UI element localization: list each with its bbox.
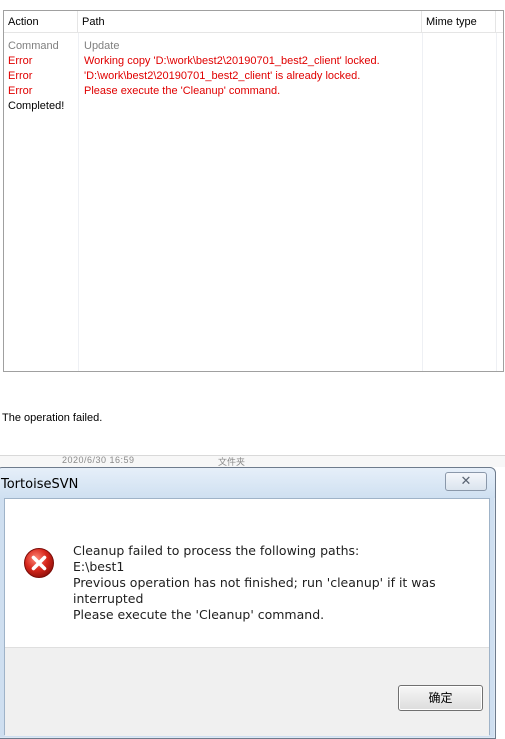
close-icon: ✕ <box>460 474 472 489</box>
operation-status-text: The operation failed. <box>2 412 103 424</box>
dialog-content: Cleanup failed to process the following … <box>5 499 489 647</box>
log-row-path: Please execute the 'Cleanup' command. <box>84 85 281 97</box>
log-row[interactable]: Error Working copy 'D:\work\best2\201907… <box>4 54 503 69</box>
log-row[interactable]: Error Please execute the 'Cleanup' comma… <box>4 84 503 99</box>
dialog-message: Cleanup failed to process the following … <box>73 543 436 623</box>
log-row-path: 'D:\work\best2\20190701_best2_client' is… <box>84 70 361 82</box>
log-header: Action Path Mime type <box>4 11 503 33</box>
tortoisesvn-error-dialog: TortoiseSVN ✕ Cleanup failed to process … <box>0 467 496 739</box>
dialog-message-line: Previous operation has not finished; run… <box>73 575 436 590</box>
dialog-title: TortoiseSVN <box>1 477 79 492</box>
dialog-titlebar[interactable]: TortoiseSVN ✕ <box>0 468 495 498</box>
log-row-path: Working copy 'D:\work\best2\20190701_bes… <box>84 55 380 67</box>
log-rows: Command Update Error Working copy 'D:\wo… <box>4 39 503 114</box>
log-row[interactable]: Error 'D:\work\best2\20190701_best2_clie… <box>4 69 503 84</box>
column-header-action[interactable]: Action <box>4 11 78 33</box>
ok-button[interactable]: 确定 <box>398 685 483 711</box>
progress-log-list[interactable]: Action Path Mime type Command Update Err… <box>3 10 504 372</box>
dialog-message-line: interrupted <box>73 591 144 606</box>
log-row-path: Update <box>84 40 120 52</box>
error-circle-icon <box>24 548 54 578</box>
column-header-path[interactable]: Path <box>78 11 422 33</box>
log-row[interactable]: Completed! <box>4 99 503 114</box>
close-button[interactable]: ✕ <box>445 472 487 491</box>
log-row-action: Command <box>8 40 59 52</box>
log-row-action: Error <box>8 85 33 97</box>
log-row-action: Error <box>8 55 33 67</box>
log-row[interactable]: Command Update <box>4 39 503 54</box>
dialog-message-line: Please execute the 'Cleanup' command. <box>73 607 325 622</box>
log-row-action: Completed! <box>8 100 65 112</box>
column-header-mime-type[interactable]: Mime type <box>422 11 496 33</box>
dialog-message-line: E:\best1 <box>73 559 125 574</box>
dialog-body: Cleanup failed to process the following … <box>4 498 490 736</box>
background-date-fragment: 2020/6/30 16:59 <box>62 455 135 465</box>
dialog-message-line: Cleanup failed to process the following … <box>73 543 360 558</box>
log-row-action: Error <box>8 70 33 82</box>
